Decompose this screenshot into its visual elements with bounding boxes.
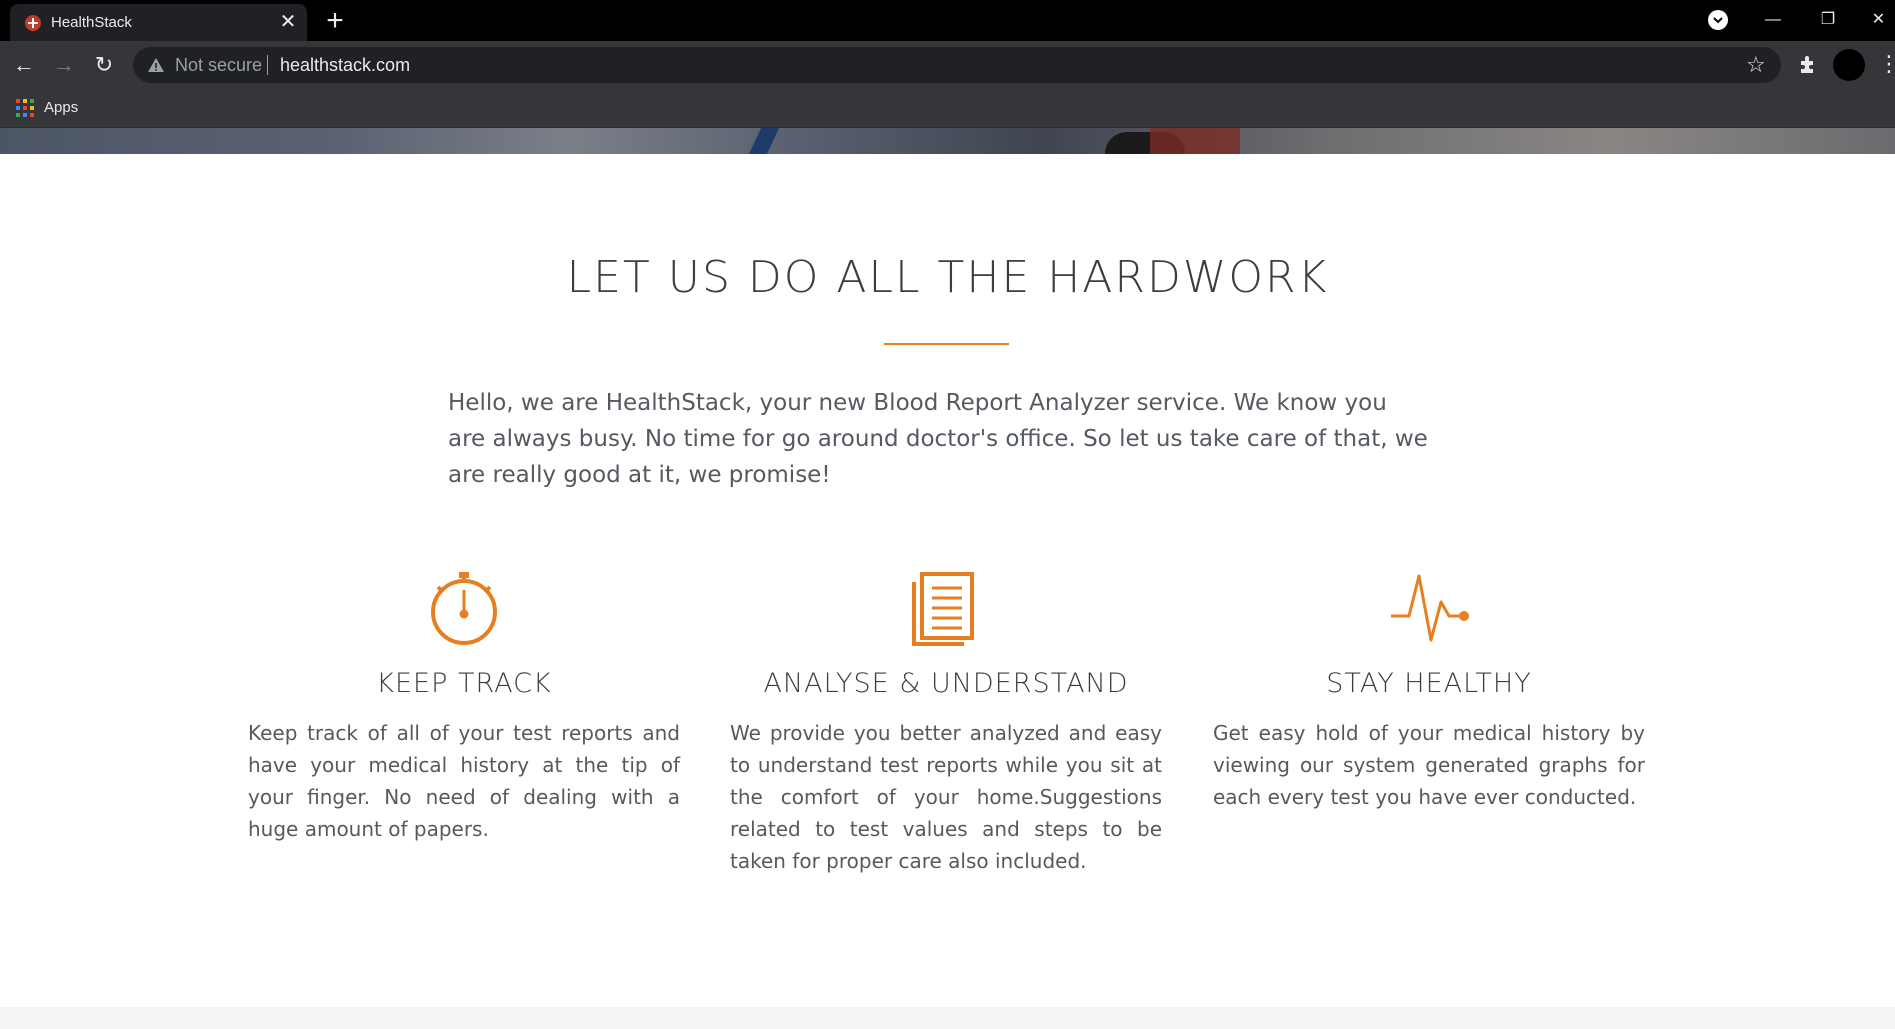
feature-title: ANALYSE & UNDERSTAND xyxy=(763,668,1129,699)
forward-button[interactable]: → xyxy=(50,51,78,79)
headline-divider xyxy=(884,343,1009,345)
stopwatch-icon xyxy=(431,572,497,645)
close-window-button[interactable]: ✕ xyxy=(1862,6,1895,34)
chevron-down-icon xyxy=(1713,17,1723,24)
document-list-icon xyxy=(912,572,974,646)
bookmark-apps[interactable]: Apps xyxy=(44,99,78,116)
profile-avatar[interactable] xyxy=(1833,49,1865,81)
address-bar[interactable]: Not secure healthstack.com ☆ xyxy=(133,47,1781,83)
apps-grid-icon[interactable] xyxy=(16,99,34,117)
site-favicon-icon xyxy=(25,15,41,31)
tab-title: HealthStack xyxy=(51,14,132,31)
feature-text: We provide you better analyzed and easy … xyxy=(730,721,1162,873)
feature-text: Get easy hold of your medical history by… xyxy=(1213,721,1645,809)
warning-icon xyxy=(148,58,164,72)
tab-bar: HealthStack ✕ + — ❐ ✕ xyxy=(0,0,1895,41)
browser-tab[interactable]: HealthStack ✕ xyxy=(10,4,307,41)
intro-paragraph: Hello, we are HealthStack, your new Bloo… xyxy=(448,390,1428,488)
feature-text: Keep track of all of your test reports a… xyxy=(248,721,680,841)
back-button[interactable]: ← xyxy=(10,51,38,79)
reload-button[interactable]: ↻ xyxy=(90,51,118,79)
address-divider xyxy=(267,55,268,75)
hero-image xyxy=(0,128,1895,154)
bookmarks-bar: Apps xyxy=(0,89,1895,128)
minimize-button[interactable]: — xyxy=(1753,6,1793,34)
browser-menu-icon[interactable]: ⋮ xyxy=(1878,50,1895,78)
heartbeat-icon xyxy=(1391,574,1469,642)
feature-title: STAY HEALTHY xyxy=(1326,668,1532,699)
new-tab-button[interactable]: + xyxy=(318,4,352,38)
extensions-puzzle-icon[interactable] xyxy=(1797,52,1821,76)
footer-section xyxy=(0,1007,1895,1029)
hero-detail xyxy=(748,128,780,154)
url-text[interactable]: healthstack.com xyxy=(280,55,410,76)
browser-window: HealthStack ✕ + — ❐ ✕ ← → ↻ Not secure h… xyxy=(0,0,1895,1029)
section-headline: LET US DO ALL THE HARDWORK xyxy=(566,252,1329,303)
restore-button[interactable]: ❐ xyxy=(1808,6,1848,34)
bookmark-star-icon[interactable]: ☆ xyxy=(1746,51,1766,79)
feature-title: KEEP TRACK xyxy=(376,668,552,699)
security-label[interactable]: Not secure xyxy=(175,55,262,76)
browser-toolbar: ← → ↻ Not secure healthstack.com ☆ xyxy=(0,41,1895,89)
close-tab-icon[interactable]: ✕ xyxy=(276,10,300,34)
hero-detail xyxy=(1150,128,1240,154)
tab-search-button[interactable] xyxy=(1708,10,1728,30)
